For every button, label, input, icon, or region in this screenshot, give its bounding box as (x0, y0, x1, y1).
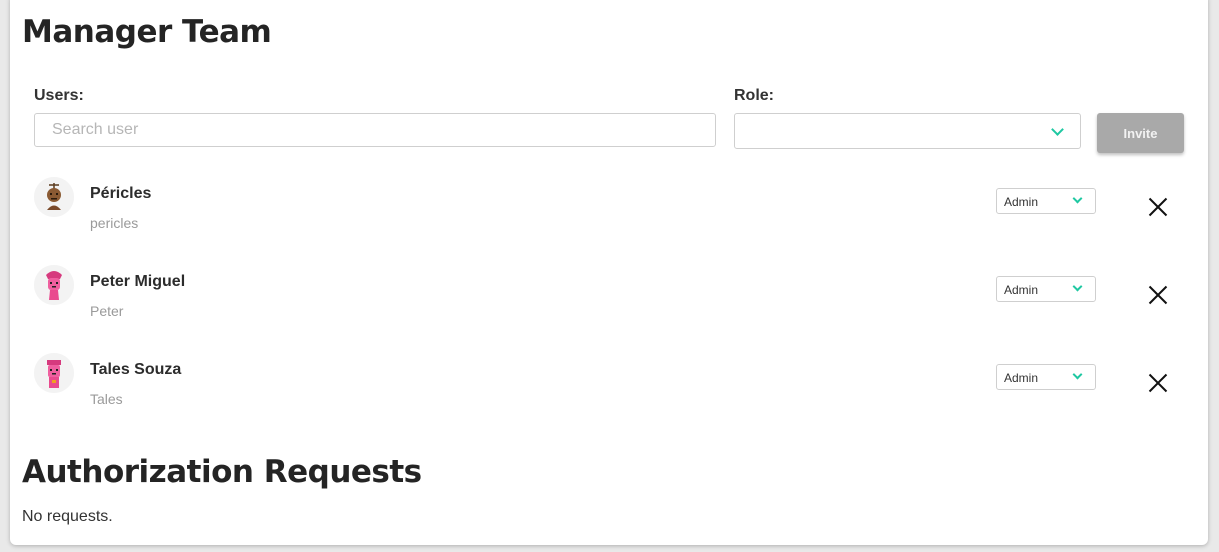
users-label: Users: (34, 87, 84, 104)
member-name: Péricles (90, 185, 152, 202)
member-name: Peter Miguel (90, 273, 186, 290)
member-name: Tales Souza (90, 361, 182, 378)
close-icon[interactable] (1147, 372, 1169, 394)
avatar-icon (34, 353, 74, 393)
avatar (34, 353, 74, 393)
manager-team-card: Manager Team Users: Role: Invite Péricle… (10, 0, 1208, 545)
close-icon[interactable] (1147, 284, 1169, 306)
avatar (34, 265, 74, 305)
member-role-select[interactable]: Admin (996, 364, 1096, 390)
close-icon[interactable] (1147, 196, 1169, 218)
member-role-select[interactable]: Admin (996, 188, 1096, 214)
member-row: Peter Miguel Peter Admin (34, 265, 1194, 335)
avatar-icon (34, 265, 74, 305)
member-role-value: Admin (1004, 195, 1039, 209)
member-username: Peter (90, 303, 124, 319)
page-title: Manager Team (22, 14, 272, 50)
avatar-icon (34, 177, 74, 217)
authorization-requests-title: Authorization Requests (22, 454, 422, 490)
member-row: Péricles pericles Admin (34, 177, 1194, 247)
chevron-down-icon (1072, 369, 1083, 380)
role-select[interactable] (734, 113, 1081, 149)
member-role-value: Admin (1004, 283, 1039, 297)
role-label: Role: (734, 87, 774, 104)
no-requests-text: No requests. (22, 508, 113, 525)
member-username: pericles (90, 215, 139, 231)
member-username: Tales (90, 391, 123, 407)
member-role-value: Admin (1004, 371, 1039, 385)
search-user-input[interactable] (34, 113, 716, 147)
chevron-down-icon (1072, 281, 1083, 292)
chevron-down-icon (1051, 123, 1064, 136)
member-role-select[interactable]: Admin (996, 276, 1096, 302)
chevron-down-icon (1072, 193, 1083, 204)
member-row: Tales Souza Tales Admin (34, 353, 1194, 423)
avatar (34, 177, 74, 217)
invite-button[interactable]: Invite (1097, 113, 1184, 153)
